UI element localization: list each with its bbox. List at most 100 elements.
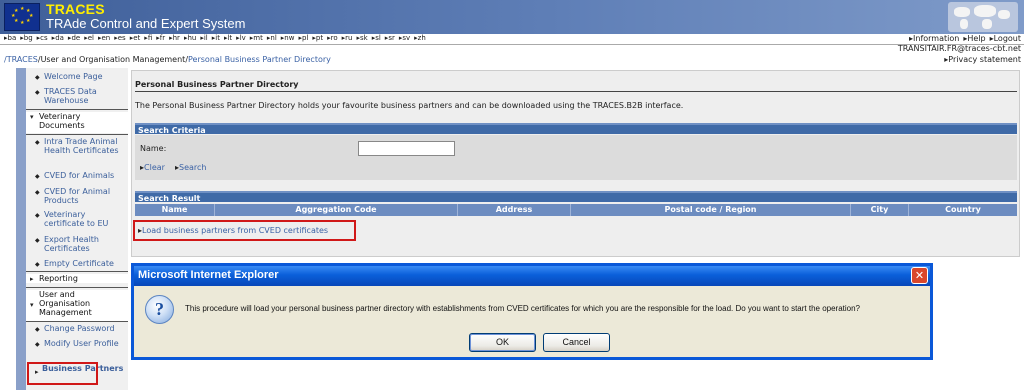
divider bbox=[135, 91, 1017, 92]
page-title: Personal Business Partner Directory bbox=[135, 80, 299, 89]
column-header-country[interactable]: Country bbox=[909, 204, 1017, 216]
language-link-sr[interactable]: sr bbox=[385, 34, 395, 42]
bullet-icon: ◆ bbox=[35, 74, 40, 81]
user-email: TRANSITAIR.FR@traces-cbt.net bbox=[897, 44, 1021, 53]
information-link[interactable]: Information bbox=[909, 34, 959, 43]
sidebar-item-empty-certificate[interactable]: ◆ Empty Certificate bbox=[26, 259, 128, 268]
language-link-pt[interactable]: pt bbox=[312, 34, 323, 42]
language-link-hu[interactable]: hu bbox=[184, 34, 196, 42]
clear-link[interactable]: Clear bbox=[140, 163, 165, 172]
language-link-es[interactable]: es bbox=[114, 34, 126, 42]
bullet-icon: ◆ bbox=[35, 261, 40, 268]
sidebar-item-warehouse[interactable]: ◆ TRACES Data Warehouse bbox=[26, 87, 128, 105]
sidebar-item-cved-animals[interactable]: ◆ CVED for Animals bbox=[26, 171, 128, 180]
divider bbox=[26, 109, 128, 110]
cancel-button[interactable]: Cancel bbox=[543, 333, 610, 352]
language-link-pl[interactable]: pl bbox=[298, 34, 308, 42]
sidebar-item-vet-cert-eu[interactable]: ◆ Veterinary certificate to EU bbox=[26, 210, 128, 228]
dialog-titlebar[interactable]: Microsoft Internet Explorer ✕ bbox=[134, 266, 930, 286]
sidebar-item-cved-products[interactable]: ◆ CVED for Animal Products bbox=[26, 187, 128, 205]
language-link-sk[interactable]: sk bbox=[356, 34, 368, 42]
confirm-dialog: Microsoft Internet Explorer ✕ ? This pro… bbox=[131, 263, 933, 360]
bullet-icon: ◆ bbox=[35, 89, 40, 96]
language-link-bg[interactable]: bg bbox=[20, 34, 33, 42]
column-header-address[interactable]: Address bbox=[458, 204, 571, 216]
chevron-down-icon: ▾ bbox=[30, 113, 34, 121]
search-link[interactable]: Search bbox=[175, 163, 206, 172]
language-link-lv[interactable]: lv bbox=[236, 34, 246, 42]
sidebar-section-reporting[interactable]: ▸ Reporting bbox=[26, 274, 128, 283]
language-link-fi[interactable]: fi bbox=[144, 34, 152, 42]
language-link-nw[interactable]: nw bbox=[281, 34, 294, 42]
sidebar-strip bbox=[16, 68, 26, 390]
main-content: Personal Business Partner Directory The … bbox=[131, 70, 1020, 257]
bullet-icon: ◆ bbox=[35, 139, 40, 146]
divider bbox=[26, 271, 128, 272]
language-link-nl[interactable]: nl bbox=[267, 34, 276, 42]
language-link-de[interactable]: de bbox=[68, 34, 80, 42]
sidebar-item-welcome[interactable]: ◆ Welcome Page bbox=[26, 72, 128, 81]
language-link-cs[interactable]: cs bbox=[37, 34, 48, 42]
top-links: Information Help Logout bbox=[905, 34, 1021, 43]
language-link-sl[interactable]: sl bbox=[372, 34, 381, 42]
help-link[interactable]: Help bbox=[963, 34, 985, 43]
sidebar-section-user-org[interactable]: ▾ User and Organisation Management bbox=[26, 290, 128, 321]
breadcrumb: /TRACES/User and Organisation Management… bbox=[4, 55, 331, 64]
sidebar-item-intra-trade[interactable]: ◆ Intra Trade Animal Health Certificates bbox=[26, 137, 128, 155]
results-table-header: Name Aggregation Code Address Postal cod… bbox=[135, 204, 1017, 216]
language-link-zh[interactable]: zh bbox=[414, 34, 426, 42]
column-header-name[interactable]: Name bbox=[135, 204, 215, 216]
search-result-bar: Search Result bbox=[135, 191, 1017, 203]
intro-text: The Personal Business Partner Directory … bbox=[135, 101, 684, 110]
language-link-hr[interactable]: hr bbox=[169, 34, 180, 42]
close-icon[interactable]: ✕ bbox=[911, 267, 928, 284]
bullet-icon: ◆ bbox=[35, 341, 40, 348]
divider bbox=[26, 287, 128, 288]
search-criteria-panel: Name: Clear Search bbox=[135, 135, 1017, 180]
search-criteria-bar: Search Criteria bbox=[135, 123, 1017, 135]
language-link-ru[interactable]: ru bbox=[342, 34, 352, 42]
ok-button[interactable]: OK bbox=[469, 333, 536, 352]
load-business-partners-link[interactable]: Load business partners from CVED certifi… bbox=[138, 226, 328, 235]
language-link-el[interactable]: el bbox=[84, 34, 94, 42]
column-header-city[interactable]: City bbox=[851, 204, 909, 216]
bullet-icon: ◆ bbox=[35, 189, 40, 196]
chevron-down-icon: ▾ bbox=[30, 301, 34, 309]
language-link-il[interactable]: il bbox=[200, 34, 208, 42]
sidebar-item-export-health[interactable]: ◆ Export Health Certificates bbox=[26, 235, 128, 253]
breadcrumb-traces[interactable]: /TRACES bbox=[4, 55, 38, 64]
load-link-highlight: Load business partners from CVED certifi… bbox=[133, 220, 356, 241]
language-link-lt[interactable]: lt bbox=[224, 34, 232, 42]
language-bar: babgcsdadeelenesetfifrhrhuilitltlvmtnlnw… bbox=[0, 34, 1024, 45]
column-header-postal-code[interactable]: Postal code / Region bbox=[571, 204, 851, 216]
bullet-icon: ◆ bbox=[35, 212, 40, 219]
breadcrumb-current: Personal Business Partner Directory bbox=[188, 55, 331, 64]
bullet-icon: ◆ bbox=[35, 326, 40, 333]
sidebar-item-change-password[interactable]: ◆ Change Password bbox=[26, 324, 128, 333]
divider bbox=[26, 134, 128, 135]
language-link-ba[interactable]: ba bbox=[4, 34, 17, 42]
name-input[interactable] bbox=[358, 141, 455, 156]
language-link-mt[interactable]: mt bbox=[250, 34, 263, 42]
language-link-fr[interactable]: fr bbox=[156, 34, 165, 42]
name-label: Name: bbox=[140, 144, 167, 153]
privacy-statement-link[interactable]: Privacy statement bbox=[944, 55, 1021, 64]
bullet-icon: ◆ bbox=[35, 237, 40, 244]
logout-link[interactable]: Logout bbox=[990, 34, 1021, 43]
language-link-sv[interactable]: sv bbox=[399, 34, 410, 42]
sidebar-item-modify-profile[interactable]: ◆ Modify User Profile bbox=[26, 339, 128, 348]
column-header-aggregation-code[interactable]: Aggregation Code bbox=[215, 204, 458, 216]
app-banner: ★ ★ ★ ★ ★ ★ ★ ★ TRACES TRAde Control and Expe… bbox=[0, 0, 1024, 34]
question-icon: ? bbox=[145, 295, 174, 324]
app-subtitle: TRAde Control and Expert System bbox=[46, 16, 246, 31]
dialog-message: This procedure will load your personal b… bbox=[185, 304, 860, 313]
language-link-ro[interactable]: ro bbox=[327, 34, 338, 42]
language-link-da[interactable]: da bbox=[52, 34, 64, 42]
language-link-it[interactable]: it bbox=[212, 34, 220, 42]
chevron-right-icon: ▸ bbox=[30, 275, 34, 283]
sidebar-section-veterinary[interactable]: ▾ Veterinary Documents bbox=[26, 112, 128, 133]
eu-flag-icon: ★ ★ ★ ★ ★ ★ ★ ★ bbox=[4, 3, 40, 31]
language-link-et[interactable]: et bbox=[130, 34, 140, 42]
language-link-en[interactable]: en bbox=[98, 34, 110, 42]
world-map-icon bbox=[948, 2, 1018, 32]
